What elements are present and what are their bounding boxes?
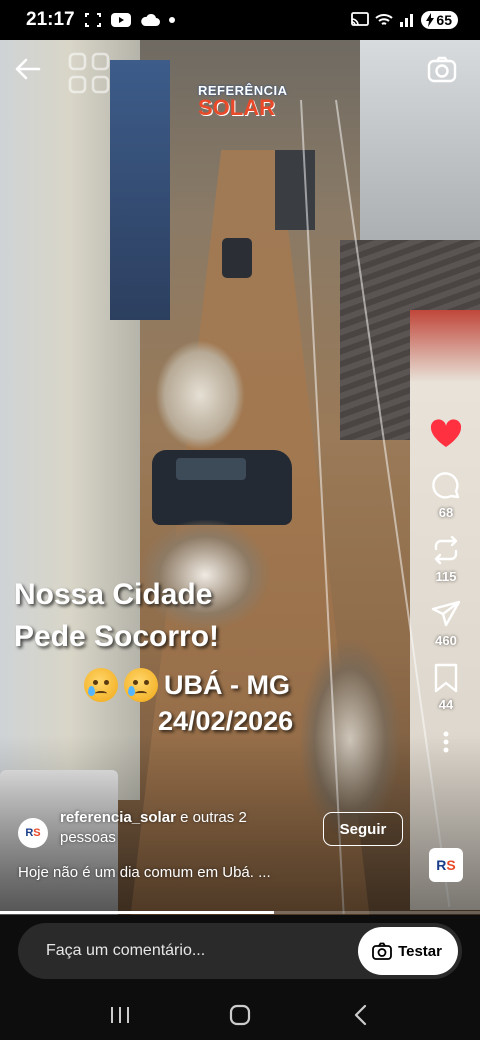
video-scene-building-blue	[110, 60, 170, 320]
home-button[interactable]	[220, 995, 260, 1035]
camera-button[interactable]	[426, 54, 458, 86]
comment-input[interactable]: Faça um comentário... Testar	[18, 923, 462, 979]
author-row: RS referencia_solar e outras 2 pessoas	[18, 808, 280, 848]
video-progress-fill	[0, 911, 274, 914]
avatar[interactable]: RS	[18, 818, 48, 848]
repost-icon	[434, 535, 458, 565]
watermark-line2: SOLAR	[198, 95, 275, 120]
heart-icon	[430, 419, 462, 447]
crying-face-icon	[124, 668, 158, 702]
like-button[interactable]	[429, 418, 463, 448]
grid-view-button[interactable]	[66, 50, 112, 96]
video-scene-debris	[155, 340, 245, 450]
post-caption[interactable]: Hoje não é um dia comum em Ubá. ...	[18, 864, 271, 881]
camera-icon	[427, 56, 457, 83]
screen-record-icon	[84, 13, 101, 27]
video-scene-building-right	[360, 40, 480, 260]
comment-button[interactable]: 68	[430, 470, 462, 520]
headline-line1: Nossa Cidade	[14, 578, 213, 611]
arrow-left-icon	[15, 58, 41, 80]
test-button[interactable]: Testar	[358, 927, 458, 975]
battery-indicator: 65	[421, 11, 458, 29]
watermark-logo: REFERÊNCIA SOLAR	[198, 84, 288, 119]
system-nav-bar	[0, 990, 480, 1040]
share-count: 460	[435, 633, 457, 648]
recent-apps-icon	[111, 1007, 129, 1023]
more-vertical-icon	[443, 731, 449, 753]
comment-placeholder: Faça um comentário...	[46, 942, 206, 959]
camera-icon	[372, 942, 392, 960]
comment-count: 68	[438, 505, 454, 520]
headline-line2: Pede Socorro!	[14, 620, 220, 653]
audio-thumb-r: R	[436, 857, 447, 873]
audio-thumb-s: S	[446, 857, 456, 873]
signal-icon	[400, 14, 414, 27]
follow-button[interactable]: Seguir	[323, 812, 403, 846]
repost-count: 115	[435, 569, 457, 584]
video-date: 24/02/2026	[158, 706, 294, 736]
cloud-icon	[140, 13, 160, 26]
save-count: 44	[438, 697, 454, 712]
test-button-label: Testar	[398, 942, 442, 960]
share-button[interactable]: 460	[430, 598, 462, 648]
dot-icon	[168, 17, 175, 23]
status-bar: 21:17 65	[0, 0, 480, 40]
send-icon	[431, 600, 461, 627]
crying-face-icon	[84, 668, 118, 702]
recent-apps-button[interactable]	[100, 995, 140, 1035]
avatar-s: S	[33, 827, 41, 839]
save-button[interactable]: 44	[431, 662, 461, 712]
status-time: 21:17	[26, 9, 75, 30]
back-button[interactable]	[10, 52, 44, 86]
action-rail: 68 115 460 44	[422, 418, 470, 759]
audio-thumbnail[interactable]: RS	[429, 848, 463, 882]
cast-icon	[351, 12, 370, 26]
bookmark-icon	[434, 663, 458, 693]
avatar-r: R	[25, 827, 34, 839]
back-icon	[354, 1004, 367, 1026]
video-scene-truck	[275, 150, 315, 230]
nav-back-button[interactable]	[340, 995, 380, 1035]
home-icon	[229, 1004, 251, 1026]
video-player[interactable]: REFERÊNCIA SOLAR	[0, 40, 480, 915]
video-location: UBÁ - MG	[84, 668, 290, 702]
battery-level: 65	[436, 12, 452, 28]
comment-icon	[432, 472, 460, 499]
repost-button[interactable]: 115	[430, 534, 462, 584]
grid-icon	[68, 52, 110, 94]
video-scene-car-far	[222, 238, 252, 278]
more-options-button[interactable]	[442, 730, 450, 759]
video-headline: Nossa Cidade Pede Socorro!	[14, 574, 219, 658]
video-progress-bar[interactable]	[0, 911, 480, 914]
youtube-icon	[110, 13, 131, 27]
author-text[interactable]: referencia_solar e outras 2 pessoas	[60, 808, 280, 848]
video-scene-car	[152, 450, 292, 525]
comment-area: Faça um comentário... Testar	[0, 915, 480, 990]
location-text: UBÁ - MG	[164, 670, 290, 700]
battery-icon	[426, 13, 435, 27]
wifi-icon	[375, 14, 394, 25]
author-name[interactable]: referencia_solar	[60, 809, 176, 826]
